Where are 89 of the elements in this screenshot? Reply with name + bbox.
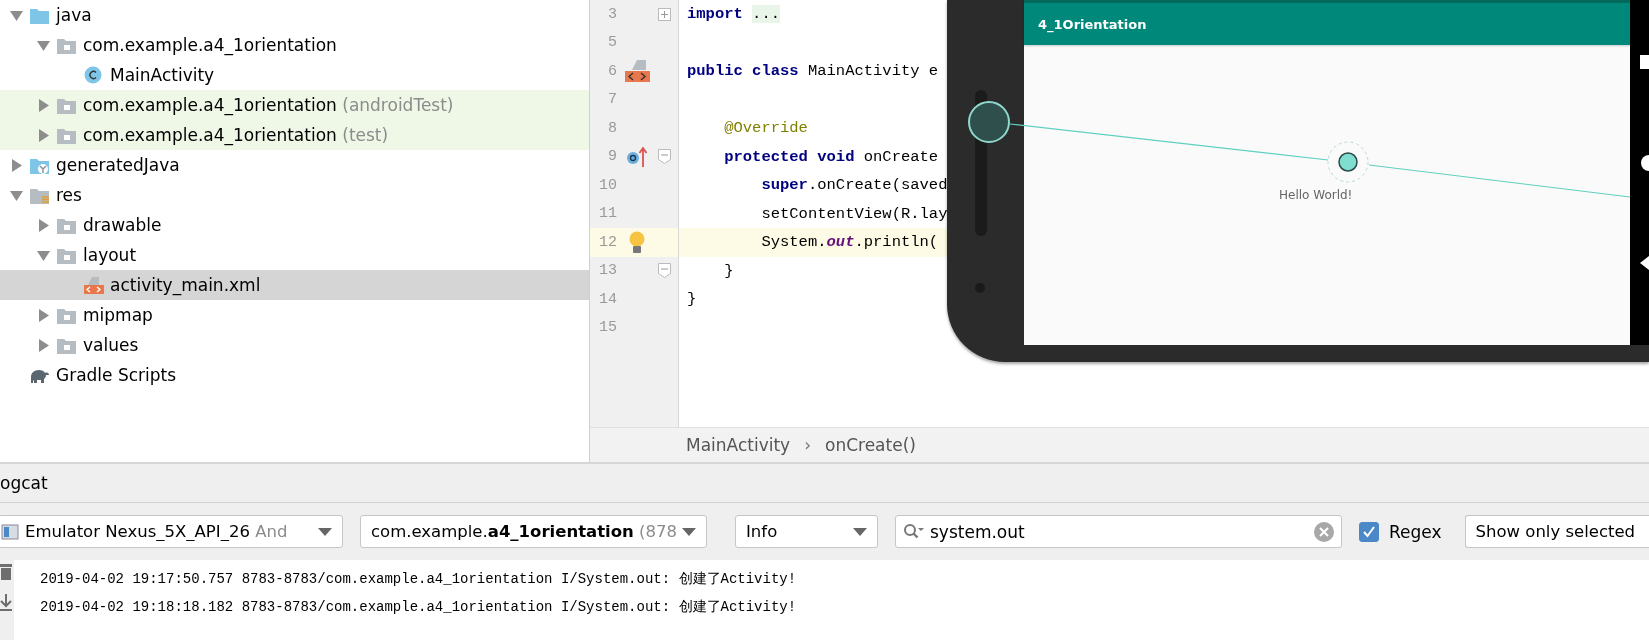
tree-item[interactable]: com.example.a4_1orientation (androidTest) (0, 90, 589, 120)
xml-file-icon (83, 276, 104, 294)
constraint-anchor[interactable] (1327, 141, 1369, 183)
code-line: } (686, 290, 697, 309)
code-line: setContentView(R.lay (760, 204, 948, 223)
line-number: 11 (598, 205, 617, 223)
package-icon (56, 336, 77, 354)
line-number: 3 (607, 5, 617, 23)
regex-checkbox[interactable] (1359, 521, 1379, 542)
search-icon[interactable] (903, 523, 925, 541)
search-field[interactable]: system.out (895, 515, 1342, 548)
filter-dropdown[interactable]: Show only selected (1464, 515, 1649, 548)
code-line: public class MainActivity e (686, 62, 939, 81)
device-dropdown[interactable]: Emulator Nexus_5X_API_26 And (0, 515, 343, 548)
package-icon (56, 126, 77, 144)
panel-title: ogcat (0, 473, 48, 493)
line-number: 12 (598, 233, 617, 251)
dropdown-arrow-icon (318, 527, 332, 536)
collapse-fold-icon[interactable] (657, 149, 671, 165)
home-icon[interactable] (1640, 155, 1649, 171)
tree-item[interactable]: com.example.a4_1orientation (0, 30, 589, 60)
package-icon (56, 216, 77, 234)
line-number: 5 (607, 34, 617, 52)
expanded-arrow-icon[interactable] (10, 8, 23, 22)
tree-item[interactable]: java (0, 0, 589, 30)
tree-item[interactable]: activity_main.xml (0, 270, 589, 300)
class-icon (83, 66, 104, 84)
code-line: super.onCreate(saved (760, 176, 948, 195)
line-number: 7 (607, 91, 617, 109)
line-number: 9 (607, 148, 617, 166)
line-number: 10 (598, 176, 617, 194)
lightbulb-icon[interactable] (629, 230, 645, 254)
dropdown-arrow-icon (853, 527, 867, 536)
download-icon[interactable] (0, 594, 12, 612)
tree-item[interactable]: drawable (0, 210, 589, 240)
code-line: System.out.println( (760, 233, 939, 252)
expand-fold-icon[interactable] (657, 7, 671, 21)
expanded-arrow-icon[interactable] (10, 188, 23, 202)
breadcrumb-item[interactable]: MainActivity (686, 435, 791, 455)
xml-file-icon[interactable] (624, 59, 650, 84)
line-number: 13 (598, 262, 617, 280)
tree-item[interactable]: Gradle Scripts (0, 360, 589, 390)
code-line: import ... (686, 5, 780, 24)
expanded-arrow-icon[interactable] (37, 38, 50, 52)
line-number: 8 (607, 119, 617, 137)
expanded-arrow-icon[interactable] (37, 248, 50, 262)
package-icon (56, 96, 77, 114)
anchor-handle[interactable] (968, 101, 1010, 143)
generated-folder-icon (29, 156, 50, 174)
device-icon (1, 523, 19, 540)
collapsed-arrow-icon[interactable] (37, 308, 50, 322)
collapsed-arrow-icon[interactable] (10, 158, 23, 172)
code-line: @Override (723, 119, 808, 138)
clear-icon[interactable] (1314, 522, 1334, 542)
tree-item[interactable]: MainActivity (0, 60, 589, 90)
collapsed-arrow-icon[interactable] (37, 338, 50, 352)
collapsed-arrow-icon[interactable] (37, 218, 50, 232)
folder-icon (29, 6, 50, 24)
breadcrumb-item[interactable]: onCreate() (825, 435, 916, 455)
package-icon (56, 246, 77, 264)
collapsed-arrow-icon[interactable] (37, 128, 50, 142)
log-line: 2019-04-02 19:17:50.757 8783-8783/com.example.a4_1orientation I/System.out: 创建了Activity! (40, 571, 797, 587)
line-number: 6 (607, 62, 617, 80)
trash-icon[interactable] (0, 562, 12, 580)
log-line: 2019-04-02 19:18:18.182 8783-8783/com.example.a4_1orientation I/System.out: 创建了Activity! (40, 599, 797, 615)
collapse-fold-icon[interactable] (657, 263, 671, 279)
log-level-dropdown[interactable]: Info (735, 515, 878, 548)
tree-item[interactable]: mipmap (0, 300, 589, 330)
collapsed-arrow-icon[interactable] (37, 98, 50, 112)
tree-item[interactable]: layout (0, 240, 589, 270)
package-icon (56, 306, 77, 324)
tree-item[interactable]: values (0, 330, 589, 360)
text-view[interactable]: Hello World! (1279, 188, 1353, 202)
breadcrumb-separator: › (804, 435, 811, 455)
back-icon[interactable] (1640, 256, 1649, 270)
line-number: 15 (598, 319, 617, 337)
process-dropdown[interactable]: com.example.a4_1orientation (878 (360, 515, 707, 548)
checkbox-label[interactable]: Regex (1389, 521, 1442, 542)
code-line: } (723, 261, 734, 280)
tree-item[interactable]: generatedJava (0, 150, 589, 180)
tree-item[interactable]: com.example.a4_1orientation (test) (0, 120, 589, 150)
app-bar-title: 4_1Orientation (1024, 0, 1630, 45)
resource-folder-icon (29, 186, 50, 204)
override-icon[interactable] (626, 145, 648, 168)
line-number: 14 (598, 290, 617, 308)
tree-item[interactable]: res (0, 180, 589, 210)
package-icon (56, 36, 77, 54)
dropdown-arrow-icon (682, 527, 696, 536)
code-line: protected void onCreate (723, 147, 939, 166)
